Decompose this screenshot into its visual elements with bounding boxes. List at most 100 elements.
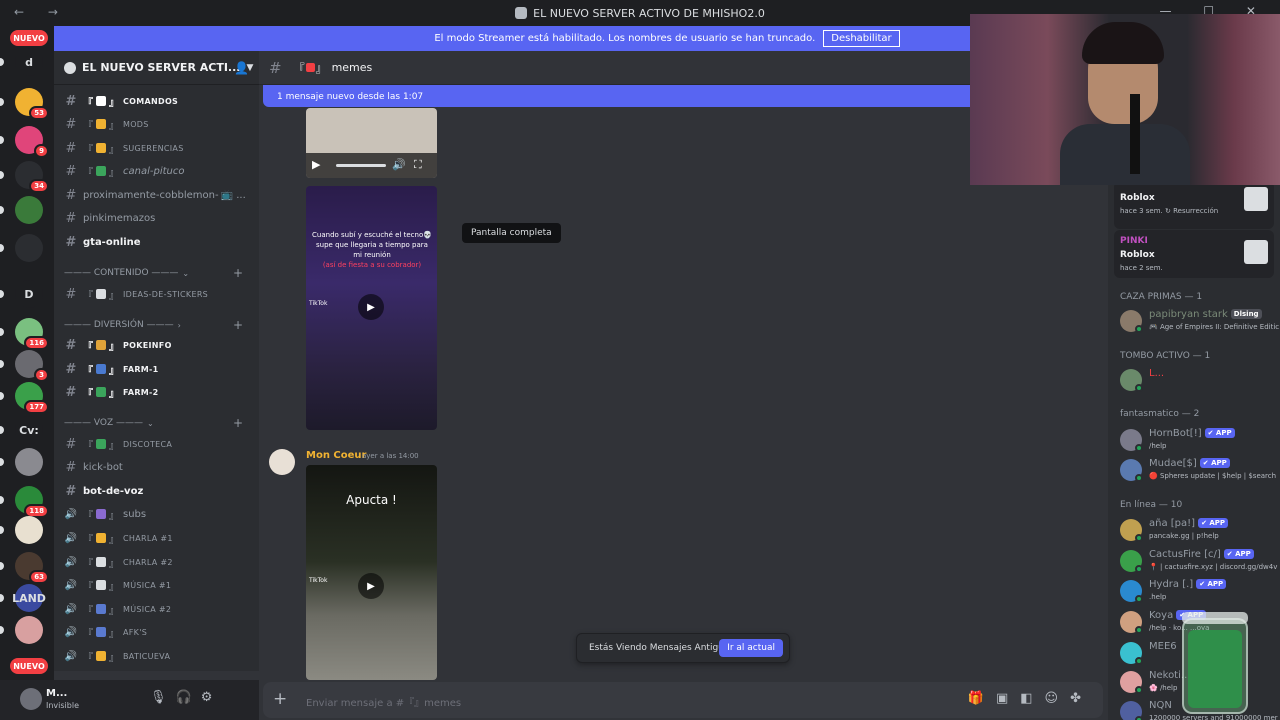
channel-category[interactable]: ——— CONTENIDO ——— ⌄ +	[64, 265, 249, 281]
composer-tools[interactable]: 🎁▣◧☺✤	[968, 691, 1093, 706]
channel-emoji-icon	[96, 166, 106, 176]
channel-prefix: 『	[83, 97, 93, 109]
text-channel[interactable]: ▶#『』FARM-1	[62, 358, 252, 380]
message-composer[interactable]: + Enviar mensaje a #『』memes 🎁▣◧☺✤	[263, 682, 1103, 718]
text-channel[interactable]: ▶#『』COMANDOS	[62, 90, 252, 112]
text-channel[interactable]: # 『 』 canal-pituco	[62, 160, 252, 182]
text-channel[interactable]: # bot-de-voz	[62, 480, 252, 502]
server-icon[interactable]: 118	[15, 486, 49, 518]
hash-icon: #	[65, 93, 77, 109]
video-attachment[interactable]: ▶ 🔊 ⛶	[306, 108, 437, 178]
apps-icon[interactable]: ✤	[1070, 691, 1093, 706]
text-channel[interactable]: # gta-online	[62, 231, 252, 253]
voice-channel[interactable]: 🔊 『 』 CHARLA #1	[62, 527, 252, 549]
channel-name: bot-de-voz	[83, 485, 144, 497]
message-author[interactable]: Mon Coeur	[306, 450, 366, 461]
channel-prefix: 『	[83, 167, 93, 179]
play-icon[interactable]: ▶	[358, 573, 384, 599]
server-icon[interactable]: 53	[15, 88, 49, 120]
voice-channel[interactable]: 🔊 『 』 BATICUEVA	[62, 645, 252, 667]
add-channel-icon[interactable]: +	[233, 266, 243, 280]
text-channel[interactable]: # 『 』 SUGERENCIAS	[62, 137, 252, 159]
add-channel-icon[interactable]: +	[233, 416, 243, 430]
gear-icon[interactable]: ⚙	[201, 690, 222, 705]
avatar[interactable]	[20, 688, 42, 710]
gif-icon[interactable]: ▣	[996, 691, 1020, 706]
message-input[interactable]: Enviar mensaje a #『』memes	[306, 694, 461, 709]
member-item[interactable]: L...	[1118, 366, 1278, 394]
text-channel[interactable]: # kick-bot	[62, 456, 252, 478]
streamer-shirt	[1060, 124, 1190, 185]
user-controls[interactable]: 🎙🎧⚙	[150, 690, 221, 705]
fullscreen-icon[interactable]: ⛶	[414, 158, 422, 172]
microphone-icon[interactable]: 🎙	[150, 690, 176, 705]
server-icon[interactable]: 9	[15, 126, 49, 158]
text-channel[interactable]: # pinkimemazos	[62, 207, 252, 229]
member-item[interactable]: CactusFire [c/] ✔ APP 📍 | cactusfire.xyz |…	[1118, 547, 1278, 575]
avatar[interactable]	[269, 449, 295, 475]
server-icon[interactable]	[15, 196, 43, 224]
text-channel[interactable]: ▶#『』POKEINFO	[62, 334, 252, 356]
server-icon[interactable]	[15, 448, 43, 476]
channel-prefix: 『	[83, 652, 93, 664]
voice-channel[interactable]: 🔊 『 』 CHARLA #2	[62, 551, 252, 573]
text-channel[interactable]: # 『 』 IDEAS-DE-STICKERS	[62, 283, 252, 305]
server-icon[interactable]: 34	[15, 161, 49, 193]
server-header[interactable]: EL NUEVO SERVER ACTI... ▼ 👤	[54, 51, 259, 85]
video-attachment[interactable]: Cuando subí y escuché el tecno💀 supe que…	[306, 186, 437, 430]
user-status: Invisible	[46, 701, 79, 710]
play-icon[interactable]: ▶	[358, 294, 384, 320]
gift-icon[interactable]: 🎁	[968, 691, 996, 706]
text-channel[interactable]: # 『 』 DISCOTECA	[62, 433, 252, 455]
server-icon[interactable]: 63	[15, 552, 49, 584]
member-item[interactable]: papibryan stark Dlsing 🎮 Age of Empires II…	[1118, 307, 1279, 335]
progress-bar[interactable]	[336, 164, 386, 167]
text-channel[interactable]: ▶#『』FARM-2	[62, 381, 252, 403]
activity-card[interactable]: Roblox hace 3 sem. ↻ Resurrección	[1114, 181, 1274, 229]
invite-icon[interactable]: 👤	[234, 61, 249, 75]
server-icon[interactable]: Cv:	[15, 416, 43, 444]
new-messages-bar[interactable]: 1 mensaje nuevo desde las 1:07	[263, 85, 983, 107]
sticker-icon[interactable]: ◧	[1020, 691, 1044, 706]
member-item[interactable]: aña [pa!] ✔ APP pancake.gg | p!help	[1118, 516, 1278, 544]
channel-prefix: 『	[83, 510, 93, 522]
back-forward-icons[interactable]: ← →	[14, 5, 68, 19]
add-channel-icon[interactable]: +	[233, 318, 243, 332]
channel-name: subs	[123, 508, 147, 520]
voice-channel[interactable]: 🔊 『 』 subs	[62, 503, 252, 525]
voice-channel[interactable]: 🔊 『 』 MÚSICA #2	[62, 598, 252, 620]
text-channel[interactable]: # 『 』 MODS	[62, 113, 252, 135]
text-channel[interactable]: # proximamente-cobblemon- 📺 ...	[62, 184, 252, 206]
server-icon[interactable]: 116	[15, 318, 49, 350]
new-badge: NUEVO	[10, 658, 48, 674]
jump-to-present-button[interactable]: Ir al actual	[719, 639, 783, 657]
server-icon[interactable]: LAND	[12, 584, 46, 612]
emoji-icon[interactable]: ☺	[1045, 691, 1071, 706]
server-icon[interactable]: 3	[15, 350, 49, 382]
server-icon[interactable]: D	[15, 280, 43, 308]
member-group-title: CAZA PRIMAS — 1	[1120, 292, 1203, 302]
member-item[interactable]: Mudae[$] ✔ APP 🔴 Spheres update | $help | …	[1118, 456, 1278, 484]
voice-channel[interactable]: 🔊 『 』 MÚSICA #1	[62, 574, 252, 596]
disable-streamer-button[interactable]: Deshabilitar	[823, 30, 900, 47]
server-icon[interactable]	[15, 234, 43, 262]
server-icon[interactable]	[15, 516, 43, 544]
add-attachment-icon[interactable]: +	[273, 689, 287, 709]
server-icon[interactable]: 177	[15, 382, 49, 414]
server-icon[interactable]: d	[15, 48, 43, 76]
member-name-text: Hydra [.]	[1149, 579, 1194, 590]
status-dot	[1135, 474, 1143, 482]
jar-contents	[1188, 630, 1242, 708]
activity-card[interactable]: PINKI Roblox hace 2 sem.	[1114, 230, 1274, 278]
channel-category[interactable]: ——— VOZ ——— ⌄ +	[64, 415, 249, 431]
member-item[interactable]: HornBot[!] ✔ APP/help	[1118, 426, 1278, 454]
play-icon[interactable]: ▶	[312, 158, 320, 171]
server-icon[interactable]	[15, 616, 43, 644]
channel-category[interactable]: ——— DIVERSIÓN ——— › +	[64, 317, 249, 333]
member-item[interactable]: Hydra [.] ✔ APP .help	[1118, 577, 1278, 605]
voice-channel[interactable]: 🔊 『 』 AFK'S	[62, 621, 252, 643]
headphones-icon[interactable]: 🎧	[176, 690, 201, 705]
volume-icon[interactable]: 🔊	[392, 158, 406, 171]
video-attachment[interactable]: Apucta ! TikTok ▶	[306, 465, 437, 680]
member-group-title: En línea — 10	[1120, 500, 1183, 510]
